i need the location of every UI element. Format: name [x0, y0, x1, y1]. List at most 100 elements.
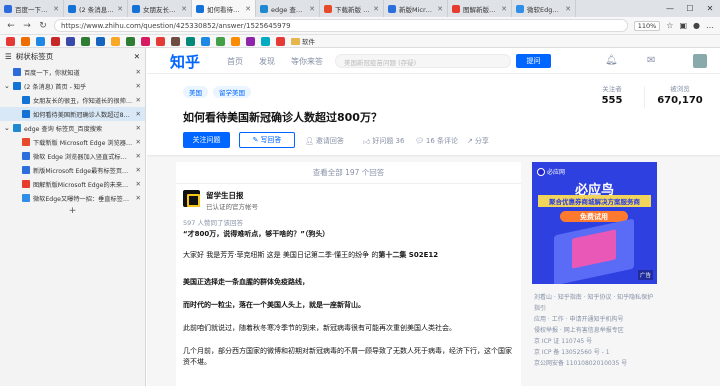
tree-tab-item[interactable]: 微软Edge又曝特一招：垂直标签页、一键✕ [0, 191, 145, 205]
tab-close-icon[interactable]: ✕ [136, 180, 141, 188]
tab-close-icon[interactable]: ✕ [437, 5, 443, 13]
advertisement-banner[interactable]: 必应网 必应鸟 聚合优惠券商城解决方案服务商 免费试用 广告 [532, 162, 657, 284]
browser-tab[interactable]: 如何看待美国新冠✕ [192, 0, 256, 17]
favorite-site-icon[interactable] [156, 36, 165, 46]
more-menu-icon[interactable]: … [706, 21, 714, 30]
comments-button[interactable]: 💬︎ 16 条评论 [415, 136, 458, 146]
tab-close-icon[interactable]: ✕ [136, 110, 141, 118]
zhihu-logo[interactable]: 知乎 [170, 51, 200, 72]
search-input[interactable]: 美国新冠疫苗问题 (存疑) [335, 54, 511, 68]
browser-tab[interactable]: 新版Microsoft✕ [384, 0, 448, 17]
nav-home[interactable]: 首页 [227, 56, 243, 67]
browser-tab[interactable]: 下载新版 Microsoft✕ [320, 0, 384, 17]
sidebar-close-icon[interactable]: ✕ [134, 52, 140, 61]
back-icon[interactable]: ← [6, 21, 16, 31]
topic-tag[interactable]: 美国 [183, 86, 208, 98]
collapse-chevron-icon[interactable]: ⌄ [4, 82, 10, 90]
tree-tab-item[interactable]: 下载新版 Microsoft Edge 浏览器 | Micro✕ [0, 135, 145, 149]
tab-close-icon[interactable]: ✕ [136, 96, 141, 104]
favorite-site-icon[interactable] [96, 36, 105, 46]
forward-icon[interactable]: → [22, 21, 32, 31]
avatar[interactable] [693, 54, 707, 68]
write-answer-button[interactable]: ✎ 写回答 [239, 132, 295, 148]
browser-tab[interactable]: 微软Edge又惊✕ [512, 0, 576, 17]
minimize-icon[interactable]: — [660, 0, 680, 17]
collections-icon[interactable]: ▣ [679, 21, 687, 30]
tab-close-icon[interactable]: ✕ [136, 138, 141, 146]
footer-line[interactable]: 应用 · 工作 · 申请开通知乎机构号 [534, 314, 657, 325]
favorite-site-icon[interactable] [276, 36, 285, 46]
footer-line[interactable]: 刘看山 · 知乎指南 · 知乎协议 · 知乎隐私保护指引 [534, 292, 657, 314]
browser-tab[interactable]: 百度一下，你就✕ [0, 0, 64, 17]
favorite-star-icon[interactable]: ☆ [666, 21, 673, 30]
browser-tab[interactable]: 女朋友长的很丑✕ [128, 0, 192, 17]
new-tab-button[interactable]: + [0, 205, 145, 217]
tree-tab-item[interactable]: 如何看待美国新冠确诊人数超过800万？✕ [0, 107, 145, 121]
share-button[interactable]: ↗ 分享 [467, 136, 489, 146]
author-avatar[interactable] [183, 190, 200, 207]
favorite-site-icon[interactable] [261, 36, 270, 46]
tab-close-icon[interactable]: ✕ [501, 5, 507, 13]
favorite-site-icon[interactable] [231, 36, 240, 46]
favorite-site-icon[interactable] [51, 36, 60, 46]
tab-close-icon[interactable]: ✕ [136, 152, 141, 160]
favorite-site-icon[interactable] [111, 36, 120, 46]
ask-button[interactable]: 提问 [516, 54, 551, 68]
tab-close-icon[interactable]: ✕ [565, 5, 571, 13]
tree-tab-item[interactable]: ⌄ (2 条消息) 首页 - 知乎 ✕ [0, 79, 145, 93]
url-field[interactable]: https://www.zhihu.com/question/425330852… [54, 19, 628, 32]
tab-close-icon[interactable]: ✕ [181, 5, 187, 13]
nav-waiting-answers[interactable]: 等你来答 [291, 56, 323, 67]
favorite-site-icon[interactable] [216, 36, 225, 46]
refresh-icon[interactable]: ↻ [38, 21, 48, 31]
tab-close-icon[interactable]: ✕ [136, 82, 141, 90]
tree-tab-item[interactable]: 图解新版Microsoft Edge的未来新功能、✕ [0, 177, 145, 191]
tab-close-icon[interactable]: ✕ [136, 194, 141, 202]
nav-discover[interactable]: 发现 [259, 56, 275, 67]
zoom-indicator[interactable]: 110% [633, 20, 661, 31]
browser-tab[interactable]: (2 条消息) 首页✕ [64, 0, 128, 17]
maximize-icon[interactable]: ☐ [680, 0, 700, 17]
tree-tab-item[interactable]: 新版Microsoft Edge最有标签页功能属 ✕ [0, 163, 145, 177]
favorite-site-icon[interactable] [246, 36, 255, 46]
notification-bell-icon[interactable]: 🔔︎ [605, 55, 618, 66]
answer-bold-line: 而时代的一粒尘，落在一个美国人头上，就是一座新背山。 [183, 301, 365, 309]
tab-close-icon[interactable]: ✕ [309, 5, 315, 13]
topic-tag[interactable]: 留学美国 [213, 86, 251, 98]
tab-close-icon[interactable]: ✕ [117, 5, 123, 13]
tree-tab-item[interactable]: 女朋友长的很丑，你知道长的很帅怎么办？知乎✕ [0, 93, 145, 107]
favorite-site-icon[interactable] [186, 36, 195, 46]
tree-tab-item[interactable]: ⌄ edge 查询 标签页_百度搜索 ✕ [0, 121, 145, 135]
good-question-button[interactable]: 👍︎ 好问题 36 [363, 136, 404, 146]
footer-line[interactable]: 侵权举报 · 网上有害信息举报专区 [534, 325, 657, 336]
tab-close-icon[interactable]: ✕ [136, 166, 141, 174]
favorite-site-icon[interactable] [81, 36, 90, 46]
collapse-chevron-icon[interactable]: ⌄ [4, 124, 10, 132]
browser-tab[interactable]: edge 查询 标签页✕ [256, 0, 320, 17]
favorite-site-icon[interactable] [21, 36, 30, 46]
tab-close-icon[interactable]: ✕ [136, 124, 141, 132]
view-all-answers-link[interactable]: 查看全部 197 个回答 [176, 162, 521, 184]
author-name[interactable]: 留学生日报 [206, 190, 244, 201]
tab-close-icon[interactable]: ✕ [136, 68, 141, 76]
tab-close-icon[interactable]: ✕ [373, 5, 379, 13]
favorite-site-icon[interactable] [6, 36, 15, 46]
tab-close-icon[interactable]: ✕ [245, 5, 251, 13]
follow-question-button[interactable]: 关注问题 [183, 132, 230, 148]
profile-icon[interactable]: ● [693, 21, 700, 30]
browser-tab[interactable]: 图解新版Microsoft✕ [448, 0, 512, 17]
tree-tab-item[interactable]: 百度一下，你就知道 ✕ [0, 65, 145, 79]
tree-tab-item[interactable]: 微软 Edge 浏览器加入竖直式标签栏和 ✕ [0, 149, 145, 163]
favorite-site-icon[interactable] [66, 36, 75, 46]
message-icon[interactable]: ✉︎ [647, 55, 655, 66]
favorite-site-icon[interactable] [141, 36, 150, 46]
favorite-site-icon[interactable] [201, 36, 210, 46]
favorite-site-icon[interactable] [126, 36, 135, 46]
favorite-site-icon[interactable] [171, 36, 180, 46]
tab-close-icon[interactable]: ✕ [53, 5, 59, 13]
ad-cta-button[interactable]: 免费试用 [560, 211, 628, 222]
favorite-site-icon[interactable] [36, 36, 45, 46]
close-window-icon[interactable]: ✕ [700, 0, 720, 17]
favorites-folder[interactable]: 软件 [291, 36, 315, 46]
invite-answer-button[interactable]: 👤︎ 邀请回答 [305, 136, 344, 146]
